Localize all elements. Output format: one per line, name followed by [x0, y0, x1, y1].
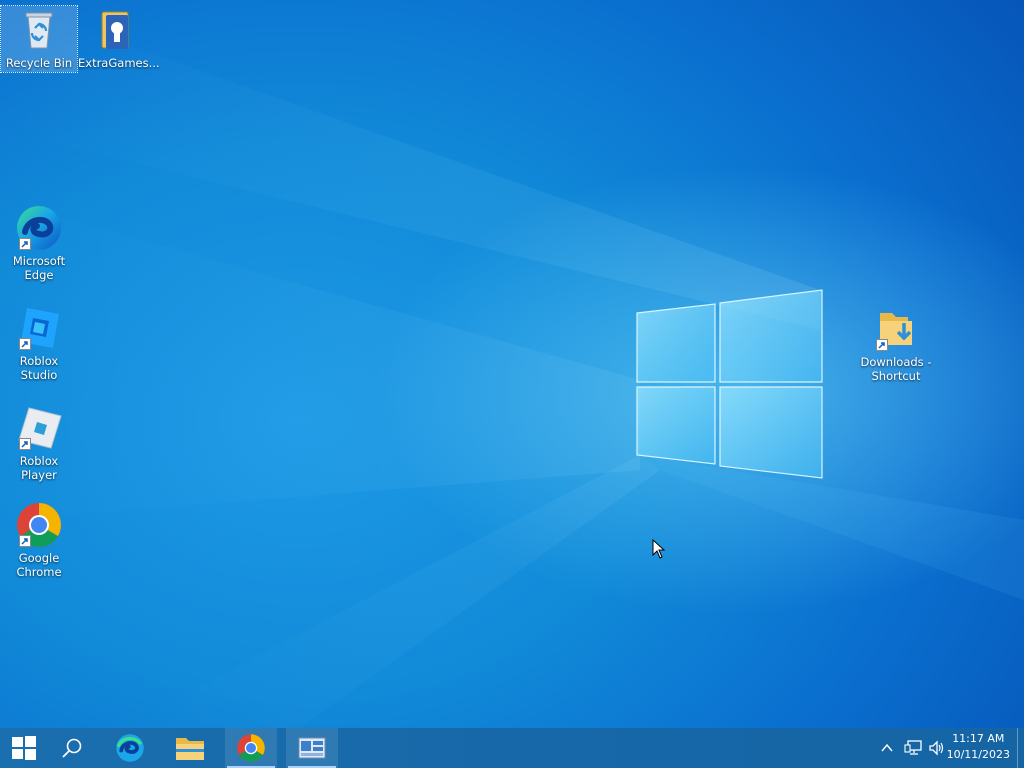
desktop-icon-roblox-studio[interactable]: Roblox Studio — [1, 304, 77, 382]
volume-button[interactable] — [928, 740, 946, 760]
mouse-cursor-icon — [652, 539, 666, 559]
desktop-icon-google-chrome[interactable]: Google Chrome — [1, 501, 77, 579]
volume-icon — [929, 740, 944, 756]
edge-icon — [116, 734, 144, 762]
desktop-icon-label: Roblox Player — [19, 454, 59, 482]
start-icon — [12, 736, 36, 760]
shortcut-arrow-icon — [876, 339, 888, 351]
network-button[interactable] — [904, 740, 922, 760]
edge-icon — [15, 204, 63, 252]
chevron-up-icon — [881, 743, 893, 752]
desktop-icon-downloads-shortcut[interactable]: Downloads - Shortcut — [858, 305, 934, 383]
desktop[interactable]: Recycle Bin ExtraGames... Microsoft Edge… — [0, 0, 1024, 728]
show-desktop-button[interactable] — [1017, 728, 1024, 768]
desktop-icon-label: Downloads - Shortcut — [860, 355, 932, 383]
desktop-icon-label: ExtraGames... — [78, 56, 160, 70]
control-panel-icon — [298, 737, 326, 759]
desktop-icon-label: Microsoft Edge — [12, 254, 66, 282]
file-explorer-icon — [176, 738, 204, 760]
roblox-player-icon — [15, 404, 63, 452]
network-icon — [904, 740, 922, 755]
clock-date: 10/11/2023 — [946, 748, 1010, 761]
desktop-icon-roblox-player[interactable]: Roblox Player — [1, 404, 77, 482]
recycle-bin-icon — [15, 6, 63, 54]
search-icon — [62, 738, 82, 758]
shortcut-arrow-icon — [19, 338, 31, 350]
taskbar-file-explorer-button[interactable] — [164, 728, 216, 768]
desktop-icon-label: Google Chrome — [16, 551, 62, 579]
downloads-folder-icon — [872, 305, 920, 353]
search-button[interactable] — [48, 728, 96, 768]
desktop-icon-recycle-bin[interactable]: Recycle Bin — [0, 5, 78, 73]
chrome-icon — [237, 734, 265, 762]
show-hidden-icons-button[interactable] — [880, 740, 894, 759]
desktop-icon-extragames[interactable]: ExtraGames... — [78, 6, 160, 70]
document-icon — [92, 6, 140, 54]
start-button[interactable] — [0, 728, 48, 768]
shortcut-arrow-icon — [19, 238, 31, 250]
roblox-studio-icon — [15, 304, 63, 352]
taskbar-control-panel-button[interactable] — [286, 728, 338, 768]
shortcut-arrow-icon — [19, 438, 31, 450]
taskbar-chrome-button[interactable] — [225, 728, 277, 768]
desktop-icon-label: Roblox Studio — [19, 354, 59, 382]
taskbar[interactable]: 11:17 AM 10/11/2023 — [0, 728, 1024, 768]
desktop-icon-microsoft-edge[interactable]: Microsoft Edge — [1, 204, 77, 282]
shortcut-arrow-icon — [19, 535, 31, 547]
windows-logo — [636, 289, 823, 479]
taskbar-clock[interactable]: 11:17 AM 10/11/2023 — [947, 731, 1010, 763]
clock-time: 11:17 AM — [952, 732, 1005, 745]
taskbar-edge-button[interactable] — [104, 728, 156, 768]
chrome-icon — [15, 501, 63, 549]
desktop-icon-label: Recycle Bin — [5, 56, 73, 70]
